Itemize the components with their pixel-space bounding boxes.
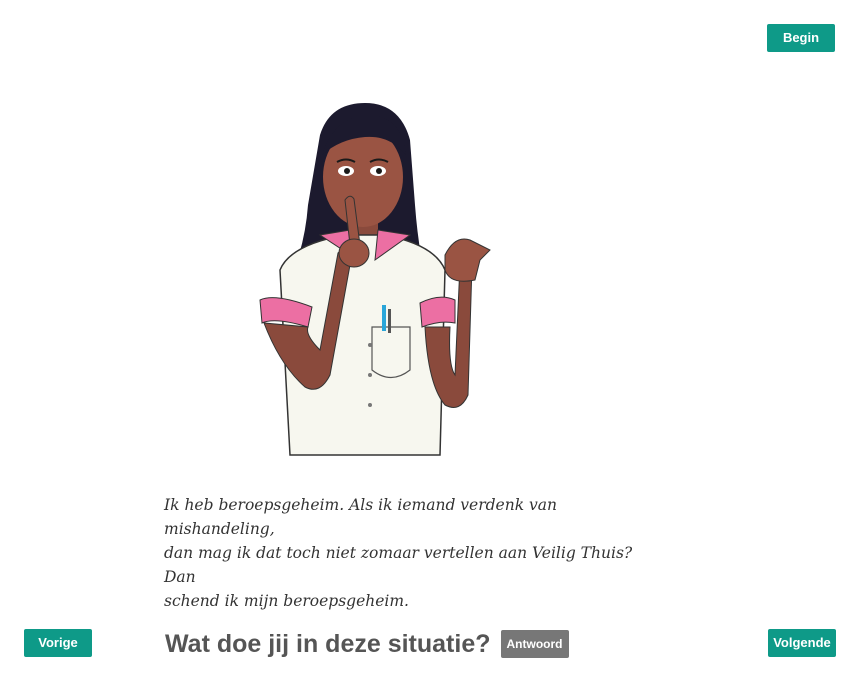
quote-line: Ik heb beroepsgeheim. Als ik iemand verd… [164, 496, 558, 538]
answer-button[interactable]: Antwoord [500, 630, 569, 658]
question-heading: Wat doe jij in deze situatie? [165, 629, 491, 658]
begin-button[interactable]: Begin [767, 24, 835, 52]
quote-line: schend ik mijn beroepsgeheim. [164, 592, 409, 610]
next-button[interactable]: Volgende [768, 629, 836, 657]
nurse-illustration [259, 103, 491, 456]
question-row: Wat doe jij in deze situatie? Antwoord [165, 624, 569, 664]
previous-button[interactable]: Vorige [24, 629, 92, 657]
scenario-quote: Ik heb beroepsgeheim. Als ik iemand verd… [164, 493, 654, 613]
quote-line: dan mag ik dat toch niet zomaar vertelle… [164, 544, 633, 586]
